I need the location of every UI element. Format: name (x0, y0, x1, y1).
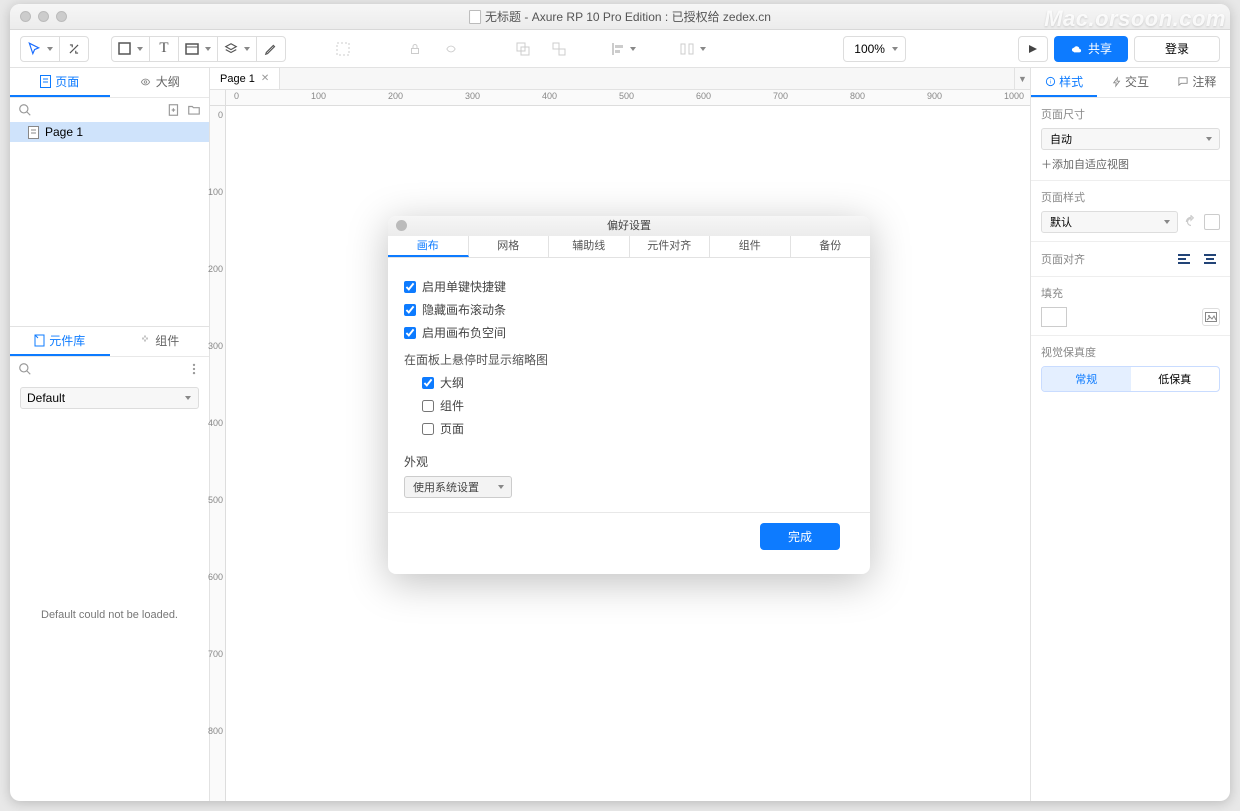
ruler-corner (210, 90, 226, 106)
page-style-label: 页面样式 (1041, 189, 1220, 205)
zoom-window-icon[interactable] (56, 11, 67, 22)
appearance-label: 外观 (404, 453, 854, 470)
lib-search-icon[interactable] (18, 362, 32, 376)
ungroup-tool (544, 36, 574, 62)
chk-hover-pages[interactable]: 页面 (422, 420, 854, 437)
file-icon (469, 10, 481, 24)
fill-image-icon[interactable] (1202, 308, 1220, 326)
close-tab-icon[interactable]: ✕ (261, 73, 269, 84)
add-folder-icon[interactable] (187, 103, 201, 117)
ruler-horizontal: 01002003004005006007008009001000 (226, 90, 1030, 106)
fidelity-toggle[interactable]: 常规 低保真 (1041, 366, 1220, 392)
select-tool[interactable] (20, 36, 60, 62)
fill-color-swatch[interactable] (1041, 307, 1067, 327)
fill-label: 填充 (1041, 285, 1063, 301)
appearance-select[interactable]: 使用系统设置 (404, 476, 512, 498)
tab-outline[interactable]: 大纲 (110, 68, 210, 97)
window-title: 无标题 - Axure RP 10 Pro Edition : 已授权给 zed… (485, 8, 771, 25)
fidelity-label: 视觉保真度 (1041, 344, 1220, 360)
close-window-icon[interactable] (20, 11, 31, 22)
library-error: Default could not be loaded. (10, 609, 209, 621)
zoom-select[interactable]: 100% (843, 36, 906, 62)
login-button[interactable]: 登录 (1134, 36, 1220, 62)
tab-pages[interactable]: 页面 (10, 68, 110, 97)
tab-style[interactable]: i样式 (1031, 68, 1097, 97)
ruler-vertical: 0100200300400500600700800 (210, 106, 226, 801)
hover-thumb-label: 在面板上悬停时显示缩略图 (404, 351, 854, 368)
page-align-label: 页面对齐 (1041, 251, 1085, 267)
dialog-title: 偏好设置 (388, 216, 870, 236)
document-tab[interactable]: Page 1✕ (210, 68, 280, 89)
share-button[interactable]: 共享 (1054, 36, 1128, 62)
tree-item-page1[interactable]: Page 1 (10, 122, 209, 142)
page-size-label: 页面尺寸 (1041, 106, 1220, 122)
preferences-dialog: 偏好设置 画布 网格 辅助线 元件对齐 组件 备份 启用单键快捷键 隐藏画布滚动… (388, 216, 870, 574)
library-select[interactable]: Default (20, 387, 199, 409)
chk-hover-outline[interactable]: 大纲 (422, 374, 854, 391)
pref-tab-canvas[interactable]: 画布 (388, 236, 469, 257)
lock-tool (400, 36, 430, 62)
page-size-select[interactable]: 自动 (1041, 128, 1220, 150)
add-adaptive-view[interactable]: ＋添加自适应视图 (1041, 156, 1220, 172)
align-center-button[interactable] (1200, 250, 1220, 268)
toolbar: T 100% 共享 登录 (10, 30, 1230, 68)
visibility-tool (436, 36, 466, 62)
right-panel: i样式 交互 注释 页面尺寸 自动 ＋添加自适应视图 页面样式 默认 页面对齐 (1030, 68, 1230, 801)
tab-dropdown-icon[interactable]: ▼ (1014, 68, 1030, 89)
pref-tab-components[interactable]: 组件 (710, 236, 791, 257)
minimize-window-icon[interactable] (38, 11, 49, 22)
selection-mode-tool[interactable] (328, 36, 358, 62)
dialog-close-icon[interactable] (396, 220, 407, 231)
chk-hide-scroll[interactable]: 隐藏画布滚动条 (404, 301, 854, 318)
tab-interaction[interactable]: 交互 (1097, 68, 1163, 97)
pref-tab-grid[interactable]: 网格 (469, 236, 550, 257)
pref-tab-snap[interactable]: 元件对齐 (630, 236, 711, 257)
svg-text:i: i (1050, 79, 1051, 85)
insert-tool[interactable] (178, 36, 218, 62)
chk-single-key[interactable]: 启用单键快捷键 (404, 278, 854, 295)
distribute-tool (674, 36, 712, 62)
add-page-icon[interactable] (167, 103, 181, 117)
titlebar: 无标题 - Axure RP 10 Pro Edition : 已授权给 zed… (10, 4, 1230, 30)
align-tool (606, 36, 642, 62)
layers-tool[interactable] (217, 36, 257, 62)
chk-negative-space[interactable]: 启用画布负空间 (404, 324, 854, 341)
style-manage-icon[interactable] (1204, 214, 1220, 230)
pen-tool[interactable] (256, 36, 286, 62)
pref-tab-guides[interactable]: 辅助线 (549, 236, 630, 257)
left-panel: 页面 大纲 Page 1 元件库 组件 (10, 68, 210, 801)
tab-notes[interactable]: 注释 (1164, 68, 1230, 97)
text-tool[interactable]: T (149, 36, 179, 62)
chk-hover-components[interactable]: 组件 (422, 397, 854, 414)
page-style-select[interactable]: 默认 (1041, 211, 1178, 233)
tab-components[interactable]: 组件 (110, 327, 210, 356)
align-left-button[interactable] (1174, 250, 1194, 268)
connect-tool[interactable] (59, 36, 89, 62)
shape-tool[interactable] (111, 36, 150, 62)
search-icon[interactable] (18, 103, 32, 117)
tab-widgets[interactable]: 元件库 (10, 327, 110, 356)
group-tool (508, 36, 538, 62)
refresh-icon[interactable] (1184, 215, 1198, 229)
preview-button[interactable] (1018, 36, 1048, 62)
lib-menu-icon[interactable] (187, 362, 201, 376)
done-button[interactable]: 完成 (760, 523, 840, 550)
pref-tab-backup[interactable]: 备份 (791, 236, 871, 257)
